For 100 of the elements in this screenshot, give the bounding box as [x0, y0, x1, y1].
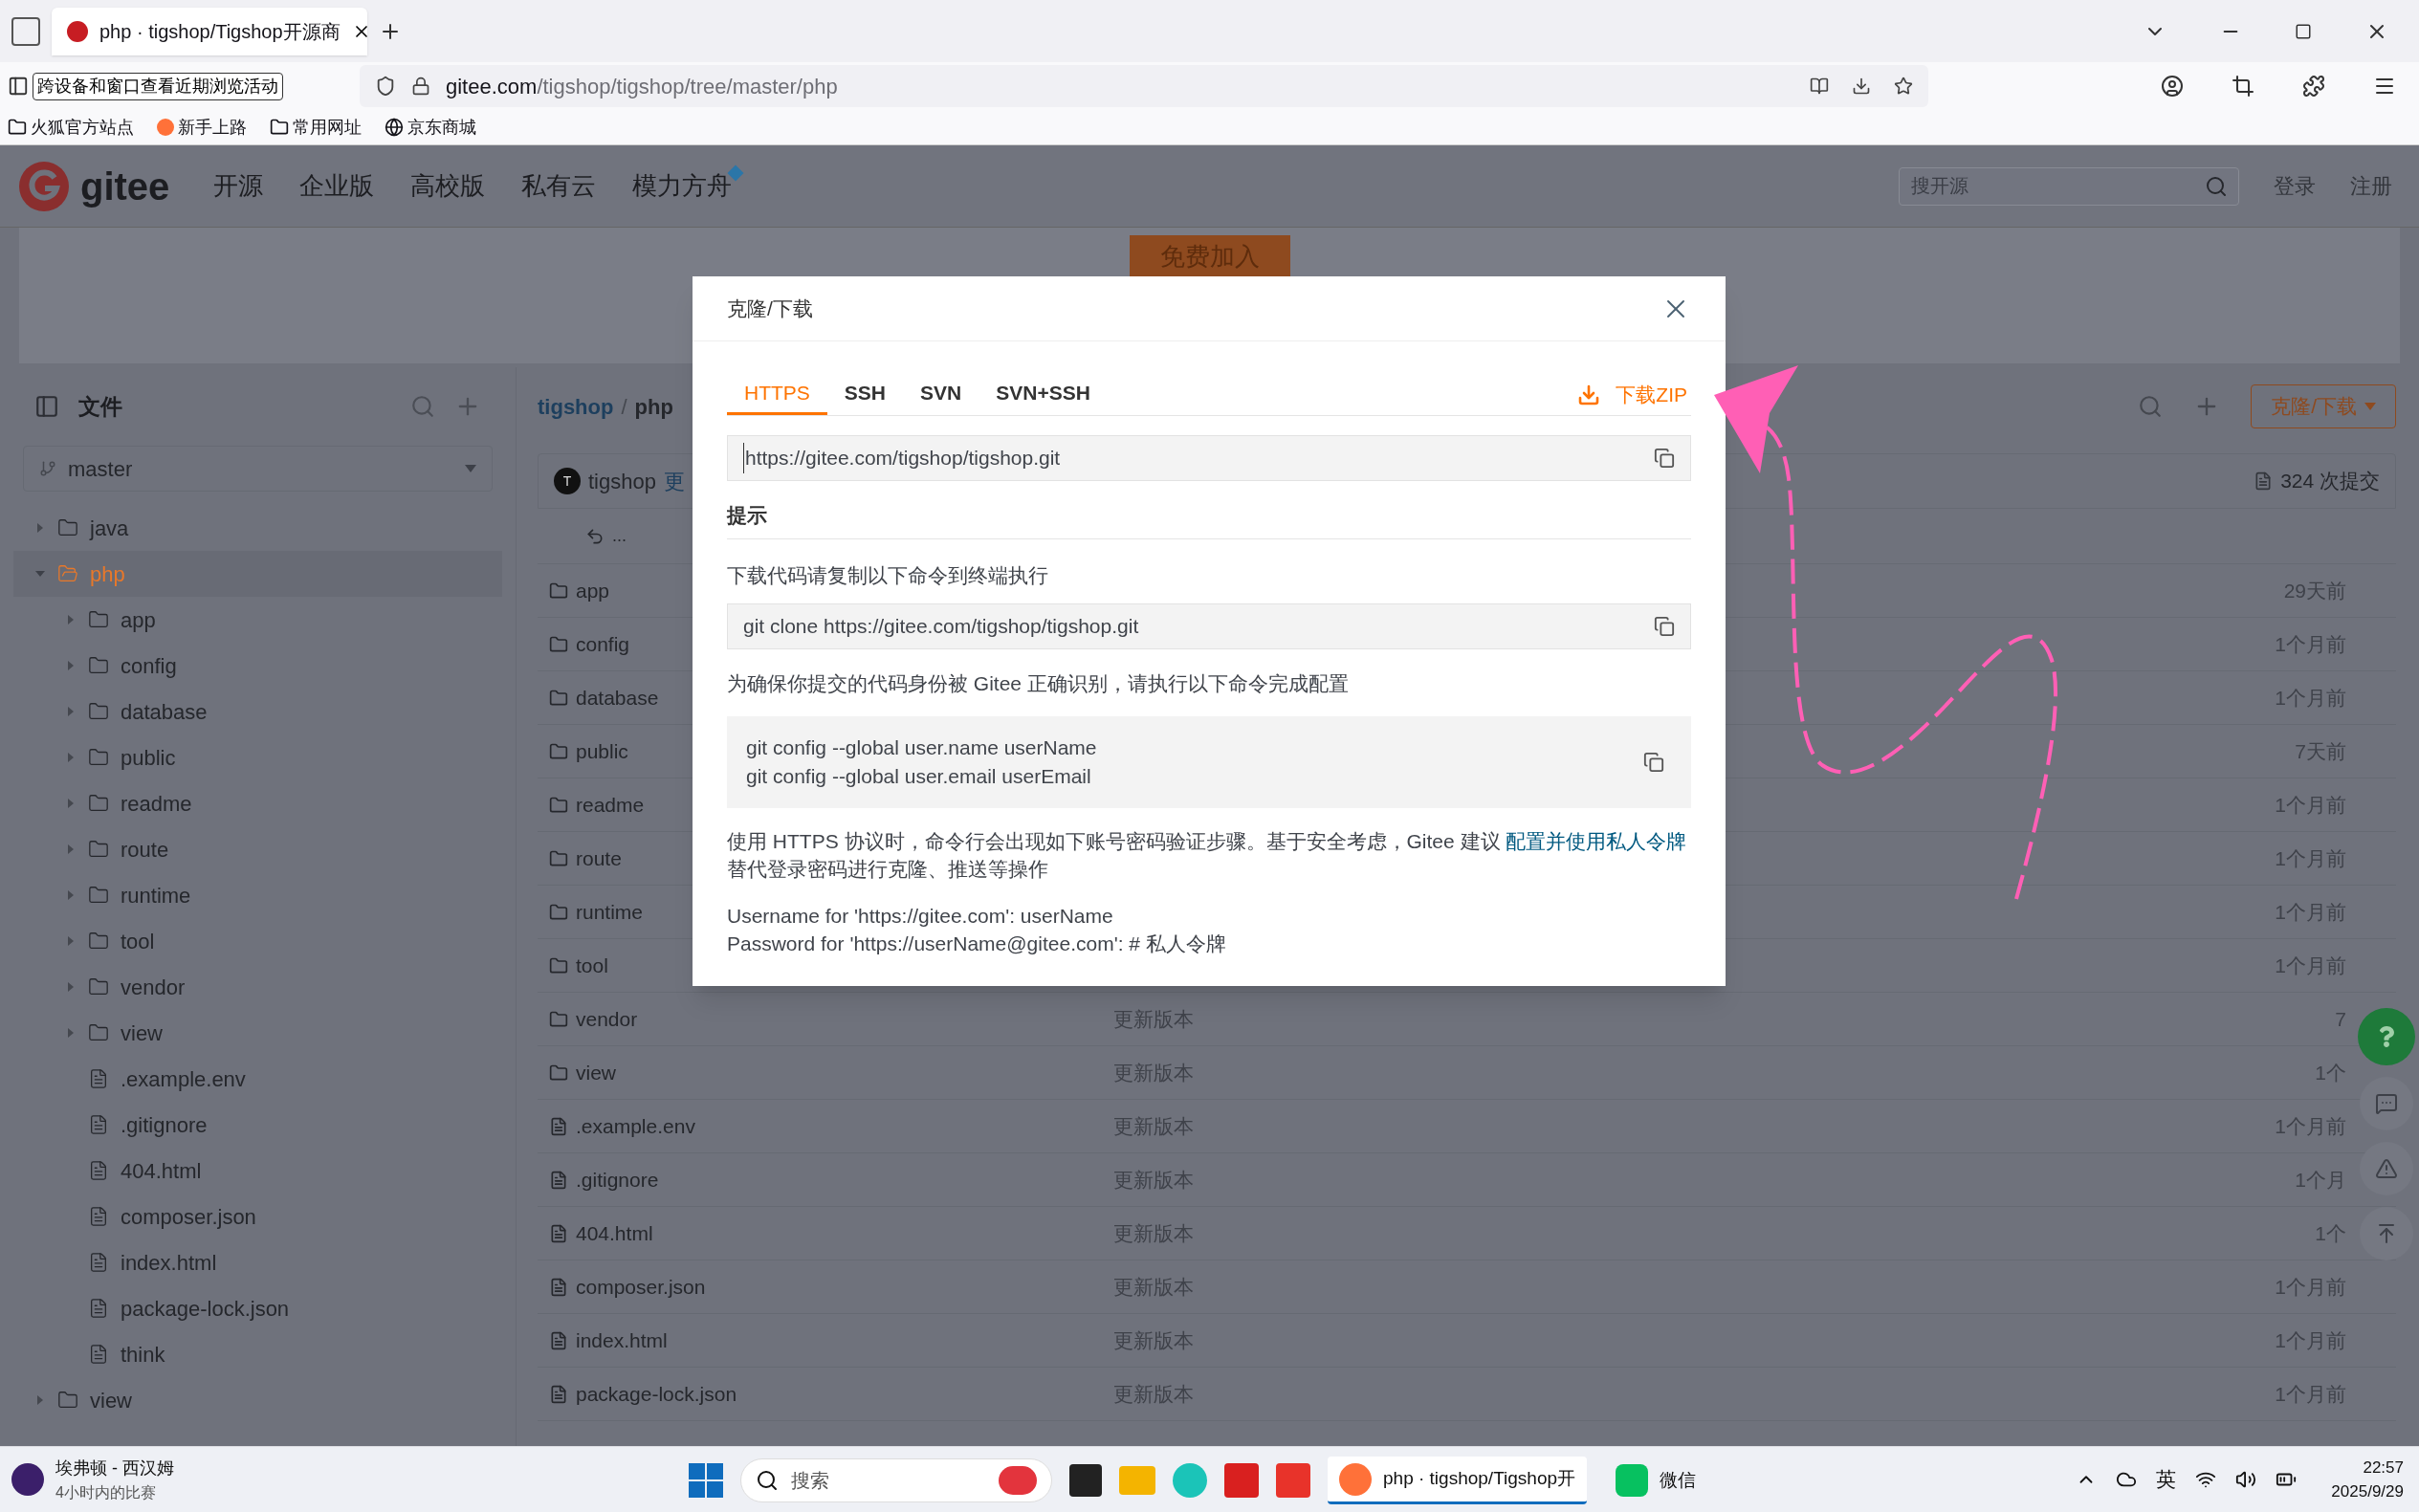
sidebar-icon[interactable] [8, 76, 29, 97]
download-icon[interactable] [1852, 77, 1871, 96]
folder-icon [549, 795, 568, 815]
crop-icon[interactable] [2232, 75, 2254, 98]
folder-icon [57, 563, 78, 584]
clock-date[interactable]: 2025/9/29 [2331, 1479, 2404, 1504]
tree-item[interactable]: runtime [13, 872, 502, 918]
extensions-icon[interactable] [2302, 75, 2325, 98]
register-link[interactable]: 注册 [2350, 170, 2392, 202]
file-name[interactable]: .example.env [576, 1110, 695, 1142]
tree-item[interactable]: think [13, 1331, 502, 1377]
file-name[interactable]: tool [576, 950, 608, 981]
logo-text: gitee [80, 164, 170, 209]
tree-item[interactable]: view [13, 1010, 502, 1056]
tree-item[interactable]: composer.json [13, 1194, 502, 1239]
tree-item[interactable]: .gitignore [13, 1102, 502, 1148]
copy-icon[interactable] [1654, 616, 1675, 637]
tree-item[interactable]: public [13, 734, 502, 780]
file-icon [88, 1114, 109, 1135]
star-icon[interactable] [1894, 77, 1913, 96]
reader-icon[interactable] [1810, 77, 1829, 96]
protocol-tab[interactable]: SVN [903, 374, 979, 415]
tree-item[interactable]: php [13, 551, 502, 597]
tree-item[interactable]: .example.env [13, 1056, 502, 1102]
file-name[interactable]: index.html [576, 1325, 668, 1356]
bookmark[interactable]: 常用网址 [270, 114, 362, 141]
windows-start-icon[interactable] [689, 1463, 723, 1498]
clock-time[interactable]: 22:57 [2363, 1455, 2404, 1479]
back-icon[interactable] [585, 526, 605, 546]
nav-link[interactable]: 高校版 [410, 167, 486, 205]
nav-link[interactable]: 模力方舟 [632, 167, 733, 205]
collapse-icon[interactable] [34, 394, 59, 419]
input-method-indicator[interactable]: 英 [2156, 1464, 2177, 1495]
tree-item[interactable]: java [13, 505, 502, 551]
nav-link[interactable]: 开源 [213, 167, 264, 205]
breadcrumb-current: php [634, 393, 673, 421]
file-name[interactable]: package-lock.json [576, 1378, 737, 1410]
tree-item[interactable]: route [13, 826, 502, 872]
search-field[interactable]: 搜开源 [1899, 166, 2239, 206]
protocol-tab[interactable]: HTTPS [727, 374, 827, 415]
help-button[interactable] [2358, 1008, 2415, 1065]
protocol-tab[interactable]: SVN+SSH [979, 374, 1108, 415]
folder-icon [88, 655, 109, 676]
tree-item[interactable]: app [13, 597, 502, 643]
dialog-title: 克隆/下载 [727, 296, 813, 321]
folder-icon [57, 1390, 78, 1411]
nav-link[interactable]: 私有云 [521, 167, 597, 205]
volume-icon[interactable] [2235, 1469, 2257, 1490]
branch-select[interactable]: master [23, 446, 493, 492]
file-name[interactable]: runtime [576, 896, 644, 928]
browser-tab[interactable]: php · tigshop/Tigshop开源商 [52, 7, 367, 55]
tab-overview-icon[interactable] [11, 16, 40, 46]
tree-item[interactable]: index.html [13, 1239, 502, 1285]
tree-item[interactable]: database [13, 689, 502, 734]
taskbar-app[interactable]: php · tigshop/Tigshop开 [1328, 1457, 1588, 1504]
file-name[interactable]: view [576, 1057, 616, 1088]
command-line: git config --global user.email userEmail [746, 763, 1092, 789]
favicon-icon [67, 20, 88, 42]
tree-item[interactable]: tool [13, 918, 502, 964]
file-name[interactable]: app [576, 575, 610, 606]
parent-directory-link[interactable]: ... [612, 523, 627, 549]
account-icon[interactable] [2161, 75, 2184, 98]
nav-link[interactable]: 企业版 [299, 167, 375, 205]
folder-icon [549, 1009, 568, 1029]
bookmark[interactable]: 京东商城 [385, 114, 476, 141]
breadcrumb-link[interactable]: tigshop [538, 390, 614, 423]
copy-icon[interactable] [1643, 751, 1664, 773]
file-name[interactable]: route [576, 843, 622, 874]
file-name[interactable]: config [576, 628, 630, 660]
login-link[interactable]: 登录 [2274, 170, 2316, 202]
taskbar-search[interactable]: 搜索 [740, 1458, 1052, 1502]
caret-icon [465, 465, 476, 472]
taskbar-app[interactable]: 微信 [1604, 1457, 1708, 1504]
file-name[interactable]: readme [576, 789, 645, 821]
bookmark[interactable]: 新手上路 [157, 114, 247, 141]
tree-item[interactable]: config [13, 643, 502, 689]
file-name[interactable]: composer.json [576, 1271, 706, 1303]
protocol-tab[interactable]: SSH [826, 374, 904, 415]
tree-item[interactable]: 404.html [13, 1148, 502, 1194]
tree-item[interactable]: readme [13, 780, 502, 826]
file-name[interactable]: 404.html [576, 1217, 653, 1249]
file-name[interactable]: .gitignore [576, 1164, 659, 1195]
file-name[interactable]: public [576, 735, 628, 767]
download-zip-link[interactable]: 下载ZIP [1577, 374, 1691, 415]
tree-item[interactable]: vendor [13, 964, 502, 1010]
file-name[interactable]: vendor [576, 1003, 638, 1035]
clone-command-field[interactable]: git clone https://gitee.com/tigshop/tigshop.git [727, 603, 1691, 649]
caret-icon [2364, 403, 2376, 410]
token-link[interactable]: 配置并使用私人令牌 [1506, 829, 1687, 852]
bookmark[interactable]: 火狐官方站点 [8, 114, 134, 141]
tree-item[interactable]: view [13, 1377, 502, 1423]
copy-icon[interactable] [1654, 448, 1675, 469]
folder-icon [88, 1022, 109, 1043]
file-name[interactable]: database [576, 682, 659, 713]
folder-icon [88, 885, 109, 906]
url-field[interactable]: https://gitee.com/tigshop/tigshop.git [727, 435, 1691, 481]
address-bar[interactable]: gitee.com/tigshop/tigshop/tree/master/php [360, 65, 1928, 107]
maximize-icon[interactable] [2295, 22, 2312, 40]
commit-count[interactable]: 324 次提交 [2280, 466, 2380, 496]
tree-item[interactable]: package-lock.json [13, 1285, 502, 1331]
